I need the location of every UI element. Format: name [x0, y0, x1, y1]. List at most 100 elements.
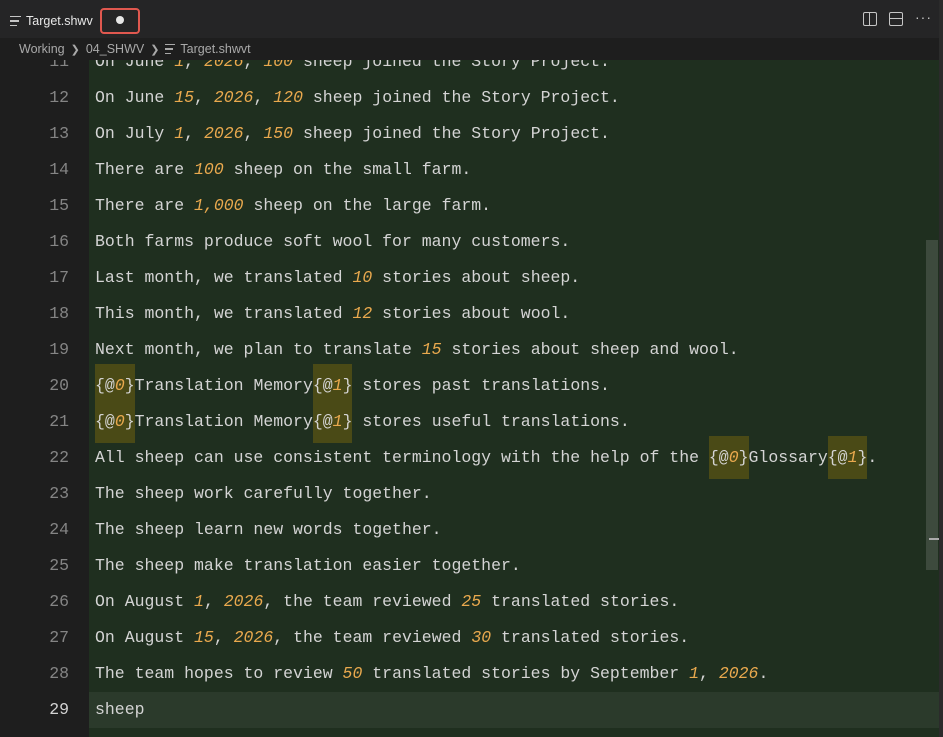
code-line[interactable]: 21 {@0}Translation Memory{@1} stores usef… — [0, 400, 940, 443]
scrollbar-thumb[interactable] — [926, 240, 938, 570]
line-text: Both farms produce soft wool for many cu… — [95, 224, 570, 260]
line-text: The team hopes to review 50 translated s… — [95, 656, 768, 692]
number-token: 12 — [352, 304, 373, 323]
line-number: 23 — [49, 484, 69, 503]
line-number: 13 — [49, 124, 69, 143]
unsaved-indicator[interactable] — [100, 8, 140, 34]
line-number: 11 — [49, 60, 69, 71]
code-line[interactable]: 24 The sheep learn new words together. — [0, 512, 940, 548]
breadcrumb-item[interactable]: Working — [19, 42, 65, 56]
text-token: stories about wool. — [372, 304, 571, 323]
tag-index: 0 — [728, 448, 739, 467]
code-line[interactable]: 23 The sheep work carefully together. — [0, 476, 940, 512]
tag-index: 1 — [332, 376, 343, 395]
chevron-right-icon: ❯ — [70, 43, 80, 56]
text-token: translated stories. — [491, 628, 690, 647]
text-token: There are — [95, 196, 195, 215]
text-token: , — [253, 88, 274, 107]
line-number: 24 — [49, 520, 69, 539]
text-token: sheep on the small farm. — [223, 160, 472, 179]
code-line[interactable]: 25 The sheep make translation easier toge… — [0, 548, 940, 584]
line-text: This month, we translated 12 stories abo… — [95, 296, 570, 332]
split-editor-icon[interactable] — [889, 12, 903, 26]
text-token: The sheep work carefully together. — [95, 484, 432, 503]
line-text: {@0}Translation Memory{@1} stores useful… — [95, 400, 630, 443]
line-text: The sheep make translation easier togeth… — [95, 548, 521, 584]
code-lines: 11 On June 1, 2026, 100 sheep joined the … — [0, 60, 940, 728]
current-code-line[interactable]: 29 sheep — [0, 692, 940, 728]
line-number: 12 — [49, 88, 69, 107]
line-text: On July 1, 2026, 150 sheep joined the St… — [95, 116, 610, 152]
editor-actions: ··· — [863, 10, 931, 26]
code-line[interactable]: 22 All sheep can use consistent terminolo… — [0, 436, 940, 479]
code-line[interactable]: 28 The team hopes to review 50 translated… — [0, 656, 940, 692]
text-token: stores past translations. — [352, 376, 610, 395]
tag-index: 0 — [114, 412, 125, 431]
code-line[interactable]: 14 There are 100 sheep on the small farm. — [0, 152, 940, 188]
code-line[interactable]: 16 Both farms produce soft wool for many … — [0, 224, 940, 260]
code-line[interactable]: 12 On June 15, 2026, 120 sheep joined the… — [0, 80, 940, 116]
code-line[interactable]: 15 There are 1,000 sheep on the large far… — [0, 188, 940, 224]
code-line[interactable]: 13 On July 1, 2026, 150 sheep joined the … — [0, 116, 940, 152]
line-text: The sheep work carefully together. — [95, 476, 432, 512]
breadcrumb-item[interactable]: 04_SHWV — [86, 42, 144, 56]
code-line[interactable]: 18 This month, we translated 12 stories a… — [0, 296, 940, 332]
line-number: 15 — [49, 196, 69, 215]
code-line[interactable]: 20 {@0}Translation Memory{@1} stores past… — [0, 364, 940, 407]
open-changes-icon[interactable] — [863, 12, 877, 26]
text-token: On June — [95, 60, 175, 71]
text-token: On July — [95, 124, 175, 143]
line-number: 26 — [49, 592, 69, 611]
code-line[interactable]: 27 On August 15, 2026, the team reviewed … — [0, 620, 940, 656]
text-token: , the team reviewed — [273, 628, 472, 647]
line-text: On August 1, 2026, the team reviewed 25 … — [95, 584, 679, 620]
code-editor[interactable]: 11 On June 1, 2026, 100 sheep joined the … — [0, 60, 940, 737]
number-token: 100 — [263, 60, 294, 71]
placeholder-tag: {@1} — [312, 400, 353, 443]
line-text: Last month, we translated 10 stories abo… — [95, 260, 580, 296]
line-number: 20 — [49, 376, 69, 395]
text-token: The sheep make translation easier togeth… — [95, 556, 521, 575]
code-line[interactable]: 11 On June 1, 2026, 100 sheep joined the … — [0, 60, 940, 80]
number-token: 1,000 — [194, 196, 244, 215]
text-token: translated stories by September — [362, 664, 690, 683]
line-number: 17 — [49, 268, 69, 287]
breadcrumb-item[interactable]: Target.shwvt — [180, 42, 250, 56]
text-token: , — [699, 664, 719, 683]
text-token: There are — [95, 160, 195, 179]
line-number: 27 — [49, 628, 69, 647]
line-text: sheep — [95, 692, 145, 728]
code-line[interactable]: 26 On August 1, 2026, the team reviewed 2… — [0, 584, 940, 620]
code-line[interactable]: 19 Next month, we plan to translate 15 st… — [0, 332, 940, 368]
text-token: Both farms produce soft wool for many cu… — [95, 232, 571, 251]
breadcrumb: Working ❯ 04_SHWV ❯ Target.shwvt — [0, 38, 943, 60]
number-token: 15 — [194, 628, 214, 647]
number-token: 30 — [471, 628, 492, 647]
text-token: , — [243, 60, 264, 71]
line-number: 21 — [49, 412, 69, 431]
text-token: The sheep learn new words together. — [95, 520, 442, 539]
text-token: Last month, we translated — [95, 268, 353, 287]
line-text: All sheep can use consistent terminology… — [95, 436, 877, 479]
line-text: On June 15, 2026, 120 sheep joined the S… — [95, 80, 620, 116]
line-text: {@0}Translation Memory{@1} stores past t… — [95, 364, 610, 407]
line-number: 29 — [49, 700, 69, 719]
tag-index: 1 — [847, 448, 858, 467]
line-text: There are 1,000 sheep on the large farm. — [95, 188, 491, 224]
code-line[interactable]: 17 Last month, we translated 10 stories a… — [0, 260, 940, 296]
more-actions-icon[interactable]: ··· — [915, 10, 931, 26]
text-token: , — [213, 628, 234, 647]
text-token: All sheep can use consistent terminology… — [95, 448, 709, 467]
editor-border — [939, 0, 943, 737]
placeholder-tag: {@1} — [827, 436, 868, 479]
text-token: , — [184, 60, 204, 71]
tag-index: 1 — [332, 412, 343, 431]
text-token: stores useful translations. — [352, 412, 630, 431]
vertical-scrollbar[interactable] — [925, 60, 939, 737]
line-text: Next month, we plan to translate 15 stor… — [95, 332, 739, 368]
number-token: 1 — [174, 60, 185, 71]
number-token: 2026 — [203, 124, 244, 143]
number-token: 120 — [273, 88, 303, 107]
line-text: On June 1, 2026, 100 sheep joined the St… — [95, 60, 610, 80]
number-token: 10 — [352, 268, 373, 287]
